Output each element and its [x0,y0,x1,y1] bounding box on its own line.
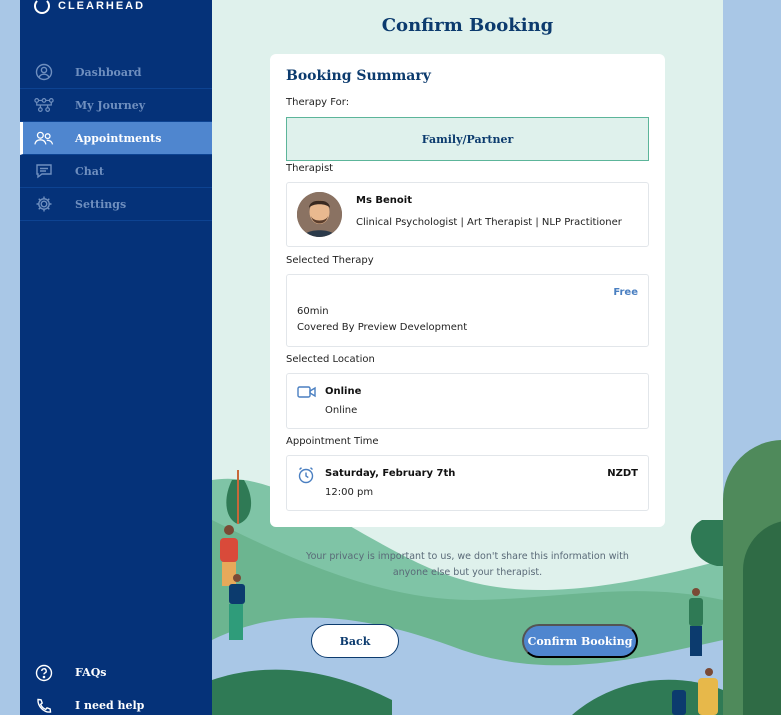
brand-name: CLEARHEAD [58,0,146,12]
sidebar-item-label: Dashboard [75,65,142,79]
therapy-for-label: Therapy For: [286,97,350,108]
therapist-name: Ms Benoit [356,195,412,206]
user-circle-icon [34,62,54,82]
sidebar-item-appointments[interactable]: Appointments [20,122,212,155]
location-title: Online [325,386,362,397]
selected-location-card: Online Online [286,373,649,429]
phone-icon [34,696,54,715]
alarm-clock-icon [297,466,317,484]
sidebar-item-chat[interactable]: Chat [20,155,212,188]
sidebar-item-label: My Journey [75,98,146,112]
sidebar: CLEARHEAD Dashboard My Journey Appointme… [20,0,212,715]
gear-icon [34,194,54,214]
appointment-hour: 12:00 pm [325,487,374,498]
appointment-date: Saturday, February 7th [325,468,456,479]
therapy-duration: 60min [297,306,329,317]
location-detail: Online [325,405,358,416]
appointment-time-card: Saturday, February 7th NZDT 12:00 pm [286,455,649,511]
brand-logo[interactable]: CLEARHEAD [34,0,145,18]
privacy-notice: Your privacy is important to us, we don'… [306,551,629,578]
therapist-description: Clinical Psychologist | Art Therapist | … [356,217,622,228]
sidebar-item-label: Settings [75,197,127,211]
sidebar-item-faqs[interactable]: FAQs [20,656,212,689]
back-button[interactable]: Back [311,624,399,658]
people-icon [34,128,54,148]
sidebar-nav: Dashboard My Journey Appointments Chat S… [20,56,212,221]
question-circle-icon [34,663,54,683]
confirm-booking-button[interactable]: Confirm Booking [522,624,638,658]
sidebar-item-settings[interactable]: Settings [20,188,212,221]
appointment-time-label: Appointment Time [286,436,379,447]
selected-location-label: Selected Location [286,354,375,365]
selected-therapy-card: Free 60min Covered By Preview Developmen… [286,274,649,347]
sidebar-item-dashboard[interactable]: Dashboard [20,56,212,89]
sidebar-item-label: Appointments [75,131,162,145]
therapy-coverage: Covered By Preview Development [297,322,468,333]
selected-therapy-label: Selected Therapy [286,255,374,266]
sidebar-bottom-nav: FAQs I need help [20,656,212,715]
page-title: Confirm Booking [381,15,554,36]
clearhead-logo-icon [34,0,50,14]
sidebar-item-need-help[interactable]: I need help [20,689,212,715]
sidebar-item-label: FAQs [75,666,107,679]
price-badge: Free [613,287,638,298]
video-camera-icon [297,384,317,402]
therapist-card[interactable]: Ms Benoit Clinical Psychologist | Art Th… [286,182,649,247]
timezone-label: NZDT [607,468,638,479]
main-content: Confirm Booking Booking Summary Therapy … [212,0,723,715]
therapy-for-option-selected[interactable]: Family/Partner [286,117,649,161]
journey-path-icon [34,95,54,115]
sidebar-item-label: Chat [75,164,104,178]
booking-summary-card: Booking Summary Therapy For: Family/Part… [270,54,665,527]
avatar [297,192,342,237]
therapist-label: Therapist [286,163,334,174]
chat-icon [34,161,54,181]
outer-background-right [723,0,781,715]
sidebar-item-label: I need help [75,699,145,712]
outer-background-left [0,0,20,715]
booking-summary-title: Booking Summary [286,68,431,84]
sidebar-item-my-journey[interactable]: My Journey [20,89,212,122]
background-hill [743,520,781,715]
